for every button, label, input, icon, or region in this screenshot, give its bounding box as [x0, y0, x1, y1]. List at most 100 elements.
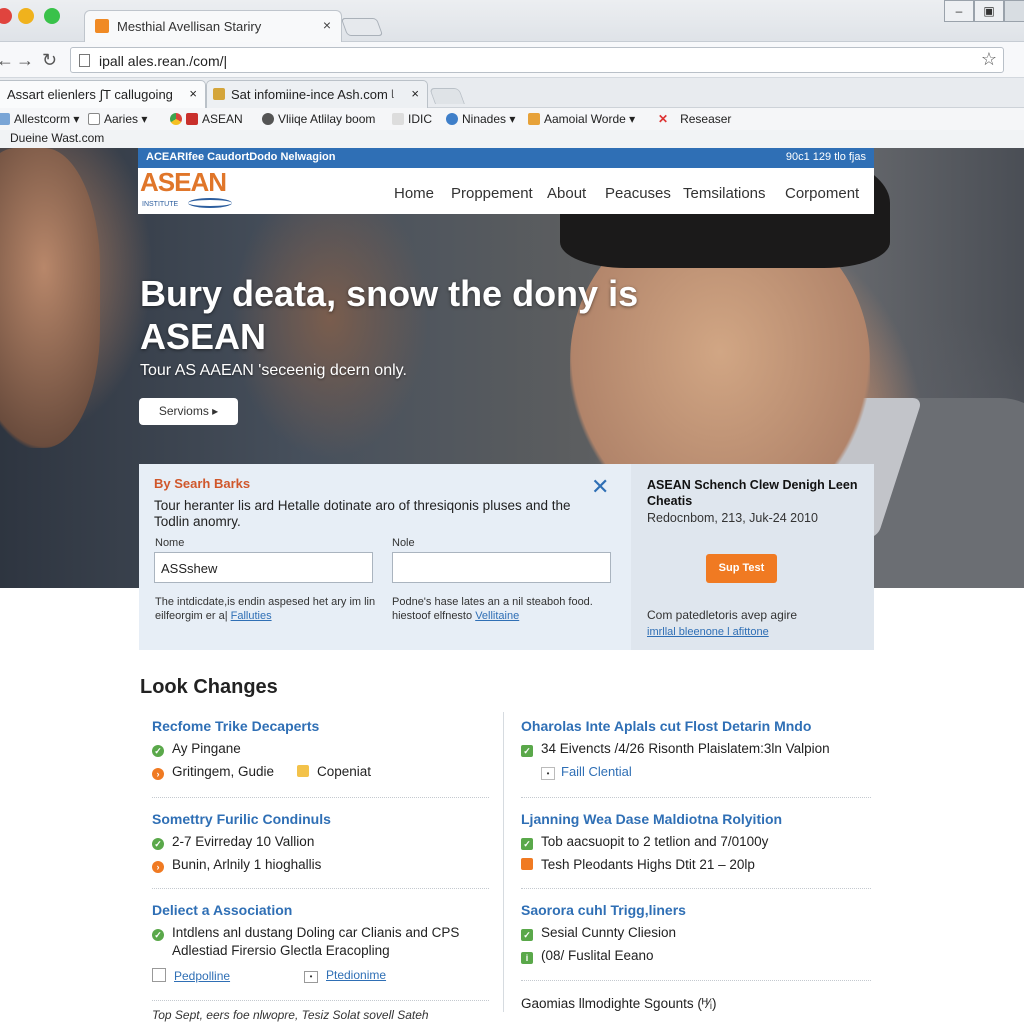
square-icon — [521, 858, 533, 870]
faill-clential-link[interactable]: • Faill Clential — [541, 764, 632, 780]
footnote: Top Sept, eers foe nlwopre, Tesiz Solat … — [152, 1008, 429, 1022]
chrome-icon — [170, 113, 182, 125]
site-navigation: ASEAN INSTITUTE Home Proppement About Pe… — [138, 167, 874, 214]
sign-up-button[interactable]: Sup Test — [706, 554, 777, 583]
services-button[interactable]: Servioms ▸ — [139, 398, 238, 425]
list-item: › Bunin, Arlnily 1 hioghallis — [152, 857, 321, 873]
list-item-text: Gaomias llmodighte Sgounts (ᴴ⁄ᵢ) — [521, 996, 717, 1011]
left-note: The intdicdate,is endin aspesed het ary … — [155, 595, 380, 623]
bookmark-item[interactable]: ASEAN — [170, 112, 243, 126]
list-item-text: Copeniat — [317, 764, 372, 779]
topbar-info: 90c1 129 tlo fjas — [785, 151, 866, 163]
minimize-window-button[interactable] — [18, 8, 34, 24]
divider — [521, 888, 871, 889]
block-title-link[interactable]: Saorora cuhl Trigg,liners — [521, 902, 686, 918]
window-maximize-button[interactable]: ▣ — [974, 0, 1004, 22]
new-tab-button[interactable] — [340, 18, 384, 36]
site-favicon-icon — [95, 19, 109, 33]
zoom-window-button[interactable] — [44, 8, 60, 24]
window-minimize-button[interactable]: – — [944, 0, 974, 22]
status-text: Dueine Wast.com — [10, 131, 105, 145]
site-icon — [392, 113, 404, 125]
bookmarks-bar: Allestcorm ▾ Aaries ▾ ASEAN Vliiqe Atlil… — [0, 108, 1024, 130]
logo-text: ASEAN — [140, 167, 227, 197]
address-bar[interactable]: ipall ales.rean./com/| ☆ — [70, 47, 1004, 73]
name-input[interactable]: ASSshew — [154, 552, 373, 583]
bookmark-item[interactable]: Aaries ▾ — [88, 112, 147, 126]
close-window-button[interactable] — [0, 8, 12, 24]
reload-icon[interactable]: ↻ — [42, 50, 57, 71]
list-item-text: Tesh Pleodants Highs Dtit 21 – 20lp — [541, 857, 755, 872]
bookmark-item[interactable]: IDIC — [392, 112, 432, 126]
globe-icon — [446, 113, 458, 125]
secondary-tab-1[interactable]: Assart elienlers ∫T callugoing × — [0, 80, 206, 108]
promo-title: ASEAN Schench Clew Denigh Leen Cheatis — [647, 478, 858, 508]
promo-footer-link[interactable]: imrllal bleenone l afittone — [647, 626, 769, 638]
list-item: › Gritingem, Gudie — [152, 764, 274, 780]
forward-arrow-icon[interactable]: → — [16, 50, 34, 71]
bookmark-item[interactable]: Ninades ▾ — [446, 112, 515, 126]
tab-favicon-icon — [213, 88, 225, 100]
block-title-link[interactable]: Deliect a Association — [152, 902, 292, 918]
window-close-button[interactable] — [1004, 0, 1024, 22]
search-panel-heading: By Searh Barks — [154, 476, 251, 491]
pointer-icon: • — [541, 767, 555, 780]
bookmark-star-icon[interactable]: ☆ — [981, 49, 997, 70]
back-arrow-icon[interactable]: ← — [0, 50, 14, 71]
check-icon: ✓ — [521, 929, 533, 941]
new-tab-button[interactable] — [429, 88, 465, 104]
arrow-icon: › — [152, 861, 164, 873]
close-tab-icon[interactable]: × — [411, 86, 419, 101]
note-label: Nole — [392, 537, 415, 549]
block-title-link[interactable]: Recfome Trike Decaperts — [152, 718, 319, 734]
bookmark-label: Vliiqe Atlilay boom — [278, 112, 376, 126]
close-icon[interactable]: ✕ — [591, 474, 609, 500]
list-item: ✓ 2-7 Evirreday 10 Vallion — [152, 834, 314, 850]
nav-corpoment[interactable]: Corpoment — [785, 185, 859, 202]
nav-home[interactable]: Home — [394, 185, 434, 202]
nav-peacuses[interactable]: Peacuses — [605, 185, 671, 202]
check-icon: ✓ — [521, 745, 533, 757]
divider — [521, 980, 871, 981]
secondary-tab-2[interactable]: Sat infomiine-ince Ash.com ᶩ × — [206, 80, 428, 108]
block-title-link[interactable]: Somettry Furilic Condinuls — [152, 811, 331, 827]
divider — [152, 797, 489, 798]
logo-subtext: INSTITUTE — [142, 201, 179, 208]
url-text[interactable]: ipall ales.rean./com/| — [99, 53, 227, 69]
right-note-link[interactable]: Vellitaine — [475, 610, 519, 622]
note-input[interactable] — [392, 552, 611, 583]
secondary-tab-strip: Assart elienlers ∫T callugoing × Sat inf… — [0, 78, 1024, 108]
list-item-text: Gritingem, Gudie — [172, 764, 275, 779]
status-line: Dueine Wast.com — [0, 130, 1024, 148]
checkbox[interactable] — [152, 968, 166, 982]
close-tab-icon[interactable]: × — [189, 86, 197, 101]
site-icon — [528, 113, 540, 125]
browser-toolbar: ← → ↻ ipall ales.rean./com/| ☆ — [0, 42, 1024, 78]
check-icon: ✓ — [152, 838, 164, 850]
site-topbar: ACEARIfee CaudortDodo Nelwagion 90c1 129… — [138, 148, 874, 168]
block-title-link[interactable]: Oharolas Inte Aplals cut Flost Detarin M… — [521, 718, 811, 734]
nav-about[interactable]: About — [547, 185, 586, 202]
bookmark-item[interactable]: Aamoial Worde ▾ — [528, 112, 635, 126]
divider — [521, 797, 871, 798]
bookmark-label: Aamoial Worde ▾ — [544, 112, 636, 126]
nav-temsilations[interactable]: Temsilations — [683, 185, 766, 202]
close-tab-icon[interactable]: × — [323, 17, 331, 33]
browser-tab-active[interactable]: Mesthial Avellisan Stariry × — [84, 10, 342, 42]
info-icon: i — [521, 952, 533, 964]
browser-titlebar: Mesthial Avellisan Stariry × – ▣ — [0, 0, 1024, 42]
bookmark-item[interactable]: Allestcorm ▾ — [0, 112, 79, 126]
promo-panel: ASEAN Schench Clew Denigh Leen Cheatis R… — [631, 464, 874, 650]
bookmark-item[interactable]: ✕ Reseaser — [658, 112, 731, 126]
bookmark-item[interactable]: Vliiqe Atlilay boom — [262, 112, 375, 126]
pedpolline-link[interactable]: Pedpolline — [152, 968, 230, 983]
list-item: ✓ 34 Eivencts /4/26 Risonth Plaislatem:3l… — [521, 741, 830, 757]
list-item: Tesh Pleodants Highs Dtit 21 – 20lp — [521, 857, 755, 872]
divider — [152, 888, 489, 889]
block-title-link[interactable]: Ljanning Wea Dase Maldiotna Rolyition — [521, 811, 782, 827]
ptedionime-link[interactable]: • Ptedionime — [304, 968, 386, 983]
asean-logo[interactable]: ASEAN INSTITUTE — [140, 167, 236, 214]
left-note-link[interactable]: Falluties — [231, 610, 272, 622]
nav-proppement[interactable]: Proppement — [451, 185, 533, 202]
tab-title: Mesthial Avellisan Stariry — [117, 19, 262, 34]
